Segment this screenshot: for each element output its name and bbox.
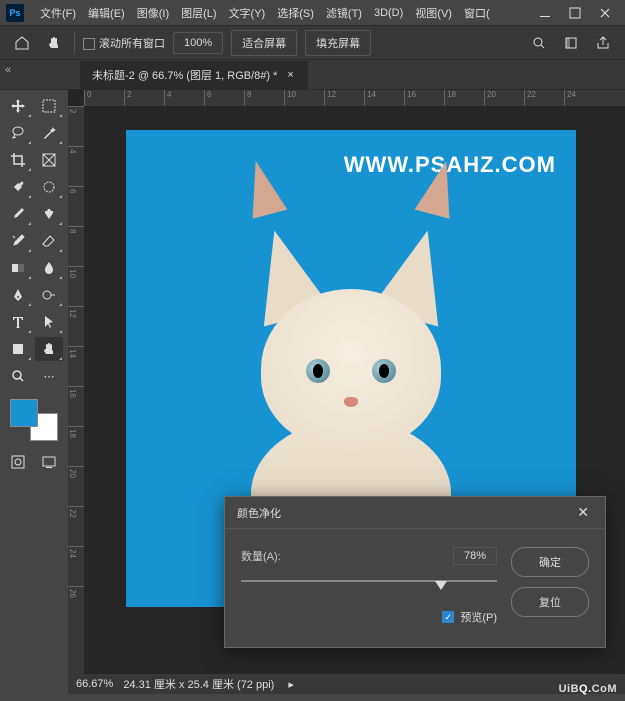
more-tools[interactable]: ⋯: [35, 364, 63, 388]
eyedropper-tool[interactable]: [4, 175, 32, 199]
menu-3d[interactable]: 3D(D): [368, 7, 409, 19]
document-tabs: 未标题-2 @ 66.7% (图层 1, RGB/8#) * ×: [0, 60, 625, 90]
quick-mask-toggle[interactable]: [4, 450, 32, 474]
menu-view[interactable]: 视图(V): [409, 5, 458, 21]
close-button[interactable]: [591, 4, 619, 22]
status-bar: 66.67% 24.31 厘米 x 25.4 厘米 (72 ppi) ▸: [68, 674, 625, 694]
brush-tool[interactable]: [4, 202, 32, 226]
dialog-titlebar[interactable]: 颜色净化 ✕: [225, 497, 605, 529]
scroll-all-windows-option[interactable]: 滚动所有窗口: [83, 35, 165, 51]
patch-tool[interactable]: [35, 175, 63, 199]
dodge-tool[interactable]: [35, 283, 63, 307]
dialog-close-button[interactable]: ✕: [573, 504, 593, 521]
minimize-button[interactable]: [531, 4, 559, 22]
preview-label[interactable]: 预览(P): [460, 609, 497, 625]
preview-checkbox[interactable]: ✓: [442, 611, 454, 623]
menu-window[interactable]: 窗口(: [458, 5, 496, 21]
tab-close-icon[interactable]: ×: [285, 69, 295, 81]
ok-button[interactable]: 确定: [511, 547, 589, 577]
zoom-100-button[interactable]: 100%: [173, 32, 223, 54]
menu-image[interactable]: 图像(I): [131, 5, 175, 21]
document-tab[interactable]: 未标题-2 @ 66.7% (图层 1, RGB/8#) * ×: [80, 61, 308, 89]
home-icon[interactable]: [10, 31, 34, 55]
menu-layer[interactable]: 图层(L): [175, 5, 222, 21]
slider-thumb[interactable]: [435, 581, 447, 590]
ruler-vertical[interactable]: 2468101214161820222426: [68, 106, 84, 674]
search-icon[interactable]: [527, 31, 551, 55]
document-tab-title: 未标题-2 @ 66.7% (图层 1, RGB/8#) *: [92, 67, 277, 83]
page-watermark: UiBQ.CoM: [559, 677, 617, 697]
color-purification-dialog: 颜色净化 ✕ 数量(A): 78% ✓: [224, 496, 606, 648]
pen-tool[interactable]: [4, 283, 32, 307]
reset-button[interactable]: 复位: [511, 587, 589, 617]
blur-tool[interactable]: [35, 256, 63, 280]
menu-select[interactable]: 选择(S): [271, 5, 320, 21]
maximize-button[interactable]: [561, 4, 589, 22]
lasso-tool[interactable]: [4, 121, 32, 145]
gradient-tool[interactable]: [4, 256, 32, 280]
menu-type[interactable]: 文字(Y): [223, 5, 272, 21]
foreground-color-swatch[interactable]: [10, 399, 38, 427]
workspace-icon[interactable]: [559, 31, 583, 55]
fit-screen-button[interactable]: 适合屏幕: [231, 30, 297, 56]
hand-tool-icon[interactable]: [42, 31, 66, 55]
color-swatches[interactable]: [8, 399, 60, 439]
zoom-tool[interactable]: [4, 364, 32, 388]
marquee-tool[interactable]: [35, 94, 63, 118]
type-tool[interactable]: [4, 310, 32, 334]
menu-edit[interactable]: 编辑(E): [82, 5, 131, 21]
eraser-tool[interactable]: [35, 229, 63, 253]
collapse-panel-icon[interactable]: «: [5, 64, 19, 78]
amount-slider[interactable]: [241, 573, 497, 589]
crop-tool[interactable]: [4, 148, 32, 172]
status-chevron-icon[interactable]: ▸: [288, 678, 294, 691]
menu-filter[interactable]: 滤镜(T): [320, 5, 368, 21]
frame-tool[interactable]: [35, 148, 63, 172]
tools-panel: ⋯: [0, 90, 68, 694]
dialog-title: 颜色净化: [237, 505, 281, 521]
menu-bar: Ps 文件(F) 编辑(E) 图像(I) 图层(L) 文字(Y) 选择(S) 滤…: [0, 0, 625, 26]
share-icon[interactable]: [591, 31, 615, 55]
fill-screen-button[interactable]: 填充屏幕: [305, 30, 371, 56]
ruler-horizontal[interactable]: 024681012141618202224: [84, 90, 625, 106]
hand-tool[interactable]: [35, 337, 63, 361]
shape-tool[interactable]: [4, 337, 32, 361]
move-tool[interactable]: [4, 94, 32, 118]
app-logo: Ps: [6, 4, 24, 22]
magic-wand-tool[interactable]: [35, 121, 63, 145]
status-zoom[interactable]: 66.67%: [76, 678, 113, 690]
amount-value[interactable]: 78%: [453, 547, 497, 565]
canvas-area: 024681012141618202224 246810121416182022…: [68, 90, 625, 694]
history-brush-tool[interactable]: [4, 229, 32, 253]
screen-mode-toggle[interactable]: [35, 450, 63, 474]
path-selection-tool[interactable]: [35, 310, 63, 334]
clone-stamp-tool[interactable]: [35, 202, 63, 226]
canvas-stage[interactable]: WWW.PSAHZ.COM 颜色净化 ✕: [84, 106, 625, 674]
options-bar: 滚动所有窗口 100% 适合屏幕 填充屏幕: [0, 26, 625, 60]
menu-file[interactable]: 文件(F): [34, 5, 82, 21]
amount-label: 数量(A):: [241, 548, 331, 564]
status-doc-info[interactable]: 24.31 厘米 x 25.4 厘米 (72 ppi): [123, 676, 274, 692]
